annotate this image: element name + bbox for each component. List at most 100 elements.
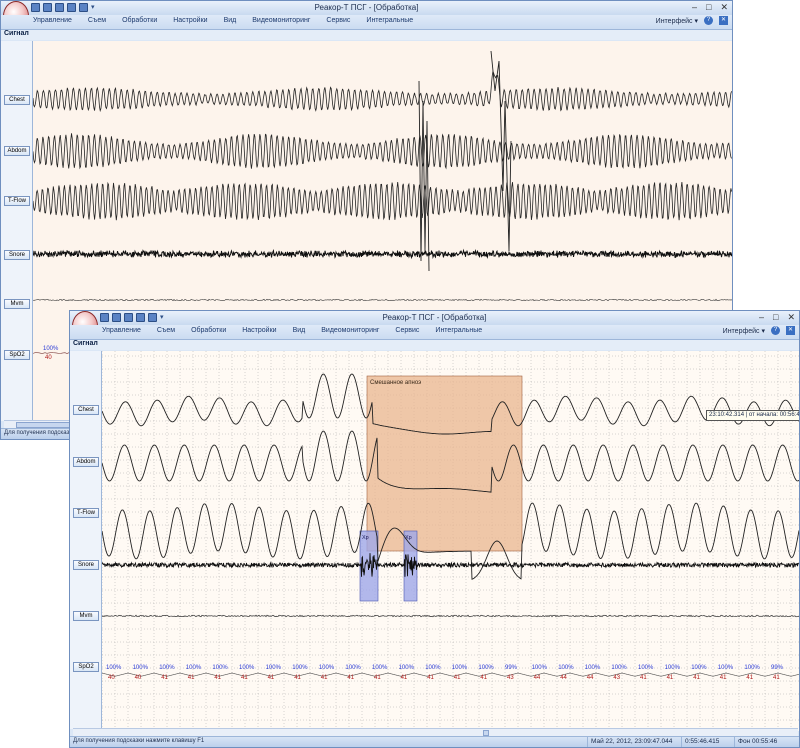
spo2-secondary-label: 40: [135, 675, 142, 681]
close-icon[interactable]: ✕: [719, 16, 728, 25]
spo2-secondary-label: 41: [268, 675, 275, 681]
menu-item-servis[interactable]: Сервис: [326, 17, 350, 24]
menu-item-obrabotki[interactable]: Обработки: [191, 327, 226, 334]
spo2-value-label: 100%: [638, 665, 654, 671]
spo2-value-label: 100%: [239, 665, 255, 671]
spo2-value-label: 100%: [319, 665, 335, 671]
signal-plot-area[interactable]: Смешанное апноэ Хр Хр 100% 40 100% 40 100% 41 100…: [102, 351, 799, 731]
menu-item-nastroiki[interactable]: Настройки: [242, 327, 276, 334]
menu-item-vid[interactable]: Вид: [293, 327, 306, 334]
menu-item-sjem[interactable]: Съем: [88, 17, 106, 24]
channel-chest-button[interactable]: Chest: [73, 405, 99, 415]
spo2-value-label: 100%: [133, 665, 149, 671]
menu-item-vid[interactable]: Вид: [224, 17, 237, 24]
maximize-button[interactable]: □: [706, 2, 711, 13]
channel-snore-button[interactable]: Snore: [73, 560, 99, 570]
window-controls: – □ ✕: [692, 2, 728, 13]
help-icon[interactable]: ?: [771, 326, 780, 335]
spo2-value-label: 100%: [532, 665, 548, 671]
title-bar: ▾ Реакор-Т ПСГ - [Обработка] – □ ✕: [1, 1, 732, 31]
close-button[interactable]: ✕: [787, 312, 795, 323]
window-title: Реакор-Т ПСГ - [Обработка]: [314, 3, 419, 12]
spo2-secondary-label: 41: [294, 675, 301, 681]
apnea-event-box: [366, 375, 523, 552]
spo2-secondary-label: 41: [746, 675, 753, 681]
spo2-secondary-label: 44: [587, 675, 594, 681]
spo2-value-label: 100%: [744, 665, 760, 671]
spo2-value-label: 100%: [212, 665, 228, 671]
spo2-secondary-label: 41: [401, 675, 408, 681]
menu-item-upravlenie[interactable]: Управление: [102, 327, 141, 334]
spo2-secondary-label: 41: [214, 675, 221, 681]
cursor-time-tooltip: 23:10:42.314 | от начала: 00:56:4: [706, 410, 799, 421]
minimize-button[interactable]: –: [692, 2, 697, 13]
spo2-value-label: 100%: [159, 665, 175, 671]
spo2-value-label: 100%: [558, 665, 574, 671]
spo2-value-label: 100%: [399, 665, 415, 671]
spo2-value-label: 100%: [585, 665, 601, 671]
status-bar: Для получения подсказки нажмите клавишу …: [70, 736, 799, 747]
help-icon[interactable]: ?: [704, 16, 713, 25]
channel-label-strip: Chest Abdom T-Flow Snore Mvm SpO2: [70, 351, 102, 729]
spo2-secondary-label: 41: [667, 675, 674, 681]
spo2-secondary-label: 41: [454, 675, 461, 681]
minimize-button[interactable]: –: [759, 312, 764, 323]
close-icon[interactable]: ✕: [786, 326, 795, 335]
window-title: Реакор-Т ПСГ - [Обработка]: [382, 313, 487, 322]
spo2-secondary-label: 41: [347, 675, 354, 681]
spo2-value-label: 100%: [266, 665, 282, 671]
spo2-value-label: 100%: [106, 665, 122, 671]
channel-abdom-button[interactable]: Abdom: [73, 457, 99, 467]
spo2-value-label: 100%: [478, 665, 494, 671]
spo2-value-label: 100%: [691, 665, 707, 671]
menu-item-servis[interactable]: Сервис: [395, 327, 419, 334]
spo2-secondary-label: 41: [161, 675, 168, 681]
spo2-value-label: 100%: [43, 346, 59, 352]
spo2-secondary-label: 41: [374, 675, 381, 681]
menu-item-obrabotki[interactable]: Обработки: [122, 17, 157, 24]
spo2-secondary-label: 44: [534, 675, 541, 681]
spo2-secondary-label: 44: [560, 675, 567, 681]
spo2-secondary-label: 41: [427, 675, 434, 681]
maximize-button[interactable]: □: [773, 312, 778, 323]
menu-item-nastroiki[interactable]: Настройки: [173, 17, 207, 24]
spo2-value-label: 100%: [718, 665, 734, 671]
channel-tflow-button[interactable]: T-Flow: [4, 196, 30, 206]
menu-item-integralnye[interactable]: Интегральные: [366, 17, 413, 24]
spo2-value-label: 100%: [425, 665, 441, 671]
spo2-secondary-label: 43: [613, 675, 620, 681]
channel-tflow-button[interactable]: T-Flow: [73, 508, 99, 518]
channel-mvm-button[interactable]: Mvm: [4, 299, 30, 309]
channel-abdom-button[interactable]: Abdom: [4, 146, 30, 156]
menu-item-sjem[interactable]: Съем: [157, 327, 175, 334]
spo2-value-label: 99%: [505, 665, 518, 671]
channel-chest-button[interactable]: Chest: [4, 95, 30, 105]
channel-mvm-button[interactable]: Mvm: [73, 611, 99, 621]
spo2-secondary-label: 41: [720, 675, 727, 681]
menu-item-videomonitoring[interactable]: Видеомониторинг: [252, 17, 310, 24]
signal-panel-header: Сигнал: [70, 340, 799, 350]
front-window: ▾ Реакор-Т ПСГ - [Обработка] – □ ✕ Управ…: [69, 310, 800, 748]
interface-menu[interactable]: Интерфейс ▾: [723, 327, 765, 335]
status-hint: Для получения подсказки нажмите клавишу …: [73, 738, 205, 744]
spo2-secondary-label: 41: [188, 675, 195, 681]
channel-spo2-button[interactable]: SpO2: [4, 350, 30, 360]
channel-label-strip: Chest Abdom T-Flow Snore Mvm SpO2: [1, 41, 33, 421]
menu-item-videomonitoring[interactable]: Видеомониторинг: [321, 327, 379, 334]
menu-item-upravlenie[interactable]: Управление: [33, 17, 72, 24]
close-button[interactable]: ✕: [720, 2, 728, 13]
channel-spo2-button[interactable]: SpO2: [73, 662, 99, 672]
signal-panel-header: Сигнал: [1, 30, 732, 40]
spo2-secondary-label: 41: [773, 675, 780, 681]
channel-snore-button[interactable]: Snore: [4, 250, 30, 260]
spo2-secondary-label: 41: [321, 675, 328, 681]
title-bar: ▾ Реакор-Т ПСГ - [Обработка] – □ ✕: [70, 311, 799, 341]
ribbon-menu: Управление Съем Обработки Настройки Вид …: [70, 325, 799, 340]
spo2-secondary-label: 41: [640, 675, 647, 681]
ribbon-menu: Управление Съем Обработки Настройки Вид …: [1, 15, 732, 30]
interface-menu[interactable]: Интерфейс ▾: [656, 17, 698, 25]
spo2-value-label: 100%: [452, 665, 468, 671]
status-position: 0:55:46.415: [681, 737, 722, 747]
spo2-value-label: 99%: [771, 665, 784, 671]
menu-item-integralnye[interactable]: Интегральные: [435, 327, 482, 334]
